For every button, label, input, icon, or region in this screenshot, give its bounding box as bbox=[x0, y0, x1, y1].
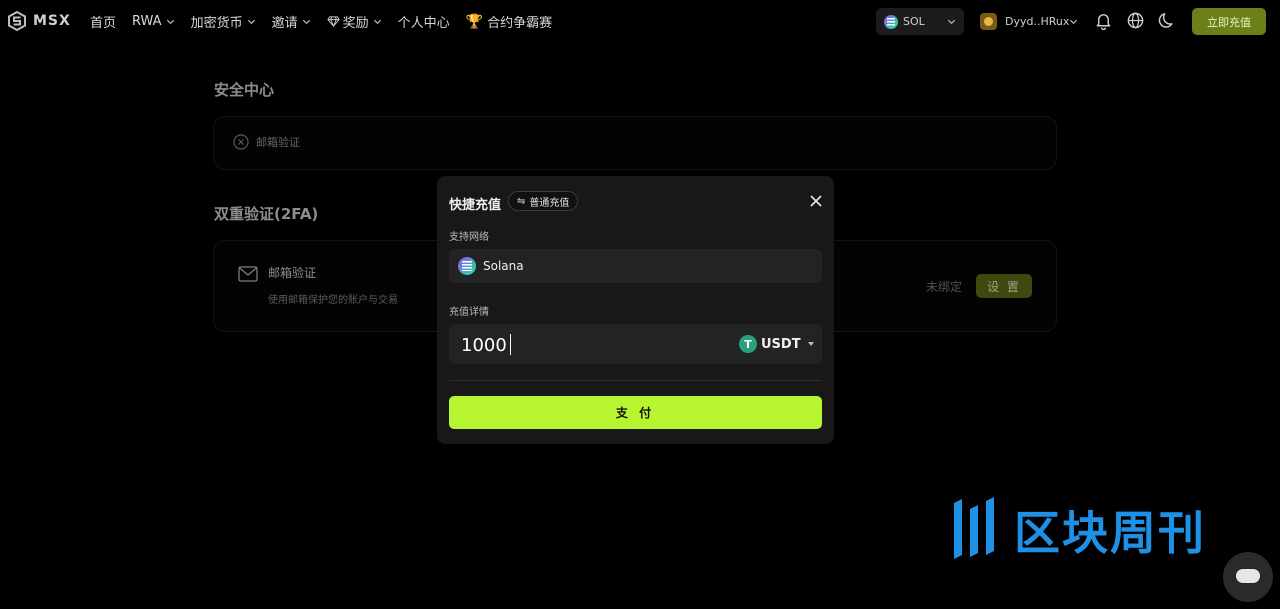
solana-icon bbox=[884, 14, 898, 29]
close-icon[interactable] bbox=[809, 194, 823, 208]
quick-deposit-modal: 快捷充值 ⇋ 普通充值 支持网络 Solana 充值详情 T USDT 支 付 bbox=[437, 176, 834, 444]
watermark-text: 区块周刊 bbox=[1014, 506, 1206, 560]
menu-item-contest[interactable]: 🏆 合约争霸赛 bbox=[465, 12, 553, 32]
menu-item-label: 奖励 bbox=[342, 16, 369, 31]
trophy-icon: 🏆 bbox=[465, 13, 484, 30]
menu-item-label: 合约争霸赛 bbox=[487, 16, 553, 31]
watermark-logo-icon bbox=[954, 497, 994, 559]
menu-item-rewards[interactable]: 奖励 bbox=[326, 12, 382, 31]
gem-icon bbox=[326, 16, 340, 27]
currency-label: USDT bbox=[761, 336, 801, 352]
menu-item-invite[interactable]: 邀请 bbox=[272, 12, 311, 31]
chevron-down-icon bbox=[373, 19, 381, 25]
deposit-now-button[interactable]: 立即充值 bbox=[1192, 8, 1266, 35]
modal-title: 快捷充值 bbox=[449, 198, 502, 213]
network-value: Solana bbox=[483, 259, 524, 273]
logo-text: MSX bbox=[33, 13, 71, 29]
logo[interactable]: MSX bbox=[7, 11, 71, 31]
chevron-down-icon bbox=[947, 19, 956, 25]
text-caret bbox=[510, 334, 511, 355]
chevron-down-icon bbox=[166, 19, 174, 25]
top-nav: MSX 首页 RWA 加密货币 邀请 奖励 个人中心 🏆 合约争霸赛 SOL D… bbox=[0, 0, 1280, 42]
divider bbox=[449, 380, 822, 381]
currency-selector[interactable]: T USDT bbox=[739, 335, 814, 353]
solana-icon bbox=[458, 257, 476, 275]
usdt-icon: T bbox=[739, 335, 757, 353]
normal-deposit-tab[interactable]: ⇋ 普通充值 bbox=[508, 191, 579, 211]
bell-icon[interactable] bbox=[1094, 11, 1113, 30]
menu-item-label: 加密货币 bbox=[190, 16, 243, 31]
chevron-down-icon bbox=[1069, 19, 1078, 25]
watermark: 区块周刊 bbox=[950, 493, 1255, 563]
main-menu: 首页 RWA 加密货币 邀请 奖励 个人中心 🏆 合约争霸赛 bbox=[90, 12, 568, 32]
network-label: SOL bbox=[903, 15, 925, 28]
moon-icon[interactable] bbox=[1158, 11, 1177, 30]
menu-item-profile[interactable]: 个人中心 bbox=[398, 12, 450, 31]
network-selector[interactable]: SOL bbox=[876, 8, 964, 35]
menu-item-label: 个人中心 bbox=[397, 16, 450, 31]
network-field[interactable]: Solana bbox=[449, 249, 822, 283]
normal-deposit-label: 普通充值 bbox=[529, 197, 570, 209]
chat-icon bbox=[1236, 569, 1260, 583]
logo-icon bbox=[8, 11, 26, 31]
globe-icon[interactable] bbox=[1126, 11, 1145, 30]
menu-item-crypto[interactable]: 加密货币 bbox=[191, 12, 256, 31]
amount-input[interactable] bbox=[461, 333, 691, 357]
menu-item-rwa[interactable]: RWA bbox=[132, 14, 175, 29]
account-selector[interactable]: Dyyd..HRux bbox=[977, 8, 1081, 35]
menu-item-label: 首页 bbox=[90, 16, 117, 31]
support-chat-button[interactable] bbox=[1223, 552, 1273, 602]
menu-item-home[interactable]: 首页 bbox=[90, 12, 116, 31]
menu-item-label: RWA bbox=[132, 14, 162, 29]
amount-field: T USDT bbox=[449, 324, 822, 364]
chevron-down-icon bbox=[302, 19, 310, 25]
pay-button[interactable]: 支 付 bbox=[449, 396, 822, 429]
menu-item-label: 邀请 bbox=[271, 16, 298, 31]
swap-icon: ⇋ bbox=[517, 195, 526, 207]
account-address: Dyyd..HRux bbox=[1005, 15, 1070, 28]
network-label: 支持网络 bbox=[449, 232, 489, 243]
details-label: 充值详情 bbox=[449, 307, 489, 318]
avatar bbox=[980, 13, 997, 30]
caret-down-icon bbox=[807, 342, 814, 346]
chevron-down-icon bbox=[247, 19, 255, 25]
